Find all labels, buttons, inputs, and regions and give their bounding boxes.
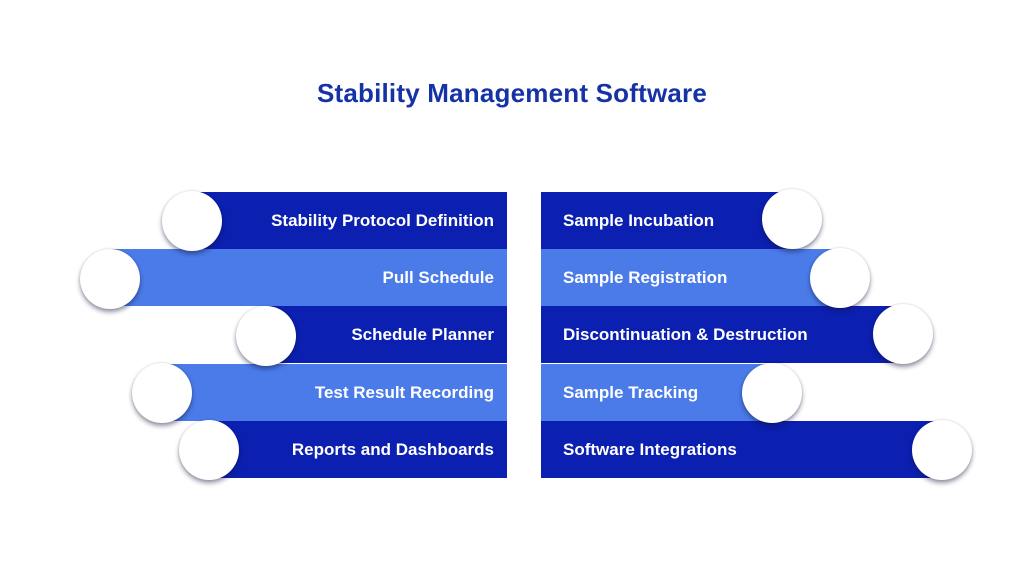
left-item-5: Reports and Dashboards xyxy=(209,421,507,478)
right-item-2-circle-icon xyxy=(810,248,870,308)
left-item-label: Test Result Recording xyxy=(314,382,494,402)
right-item-1-circle-icon xyxy=(762,189,822,249)
left-item-4-circle-icon xyxy=(132,363,192,423)
right-item-label: Sample Tracking xyxy=(563,382,699,402)
right-item-3: Discontinuation & Destruction xyxy=(541,306,903,363)
right-item-label: Software Integrations xyxy=(563,439,737,459)
right-item-label: Sample Registration xyxy=(563,267,728,287)
right-item-label: Sample Incubation xyxy=(563,210,715,230)
right-item-3-circle-icon xyxy=(873,304,933,364)
left-item-3-circle-icon xyxy=(236,306,296,366)
left-item-4: Test Result Recording xyxy=(162,364,507,421)
left-item-1-circle-icon xyxy=(162,191,222,251)
left-item-label: Pull Schedule xyxy=(382,267,494,287)
left-item-label: Stability Protocol Definition xyxy=(271,210,494,230)
right-item-4: Sample Tracking xyxy=(541,364,772,421)
right-item-4-circle-icon xyxy=(742,363,802,423)
left-item-1: Stability Protocol Definition xyxy=(192,192,507,249)
left-item-label: Reports and Dashboards xyxy=(291,439,494,459)
right-item-label: Discontinuation & Destruction xyxy=(563,324,808,344)
diagram-title: Stability Management Software xyxy=(316,78,708,108)
left-item-label: Schedule Planner xyxy=(351,324,494,344)
left-item-3: Schedule Planner xyxy=(266,306,507,363)
left-item-2: Pull Schedule xyxy=(110,249,507,306)
right-item-5-circle-icon xyxy=(912,420,972,480)
left-item-2-circle-icon xyxy=(80,249,140,309)
left-item-5-circle-icon xyxy=(179,420,239,480)
right-item-2: Sample Registration xyxy=(541,249,840,306)
right-item-1: Sample Incubation xyxy=(541,192,792,249)
right-item-5: Software Integrations xyxy=(541,421,942,478)
